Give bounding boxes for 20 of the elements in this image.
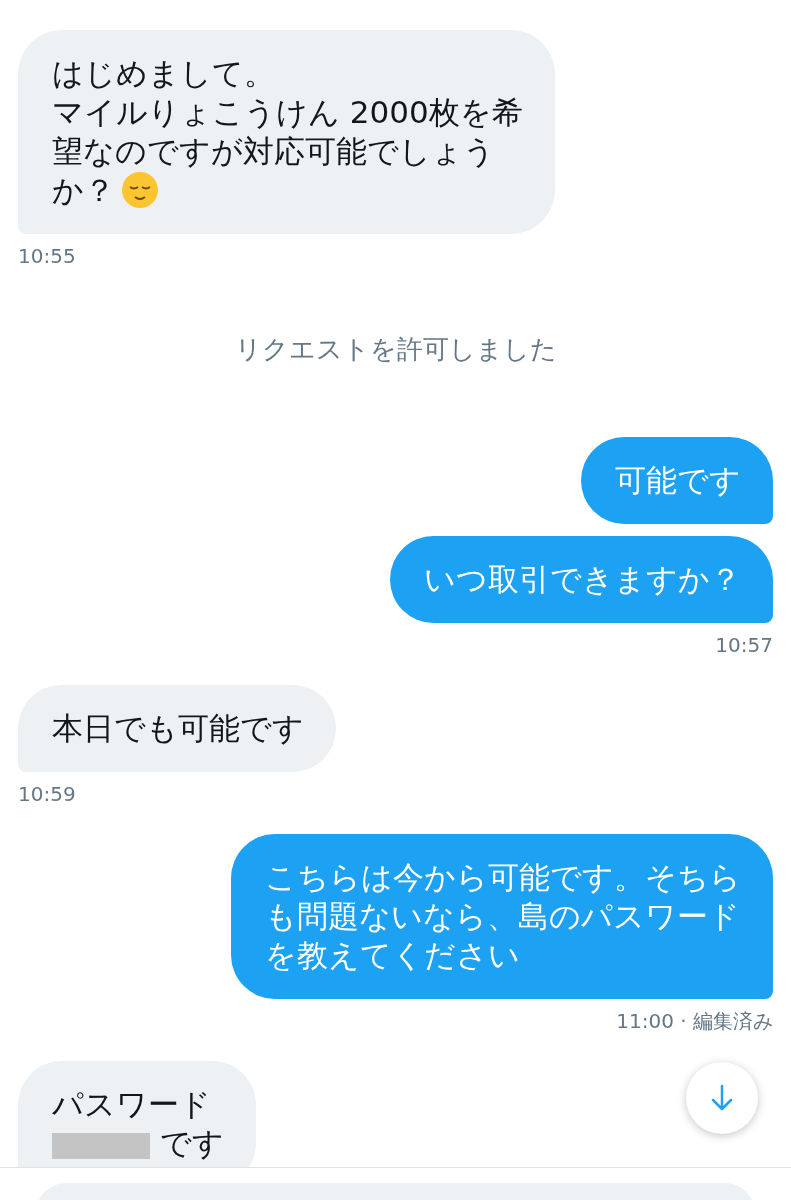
- message-text: パスワード: [52, 1086, 211, 1122]
- scroll-down-button[interactable]: [686, 1062, 758, 1134]
- smiley-icon: [121, 171, 159, 209]
- message-time: 10:57: [715, 633, 773, 657]
- message-time: 10:55: [18, 244, 76, 268]
- message-text: 本日でも可能です: [52, 710, 304, 746]
- message-text: はじめまして。: [52, 55, 275, 91]
- message-text: か？: [52, 172, 115, 208]
- message-text: 望なのですが対応可能でしょう: [52, 133, 495, 169]
- message-text: マイルりょこうけん 2000枚を希: [52, 94, 523, 130]
- message-text: 可能です: [615, 462, 741, 498]
- message-text: こちらは今から可能です。そちら: [265, 859, 741, 895]
- message-text: を教えてください: [265, 937, 520, 973]
- message-time: 11:00 · 編集済み: [616, 1009, 773, 1033]
- system-notice: リクエストを許可しました: [234, 333, 557, 366]
- message-text: も問題ないなら、島のパスワード: [265, 898, 740, 934]
- message-text: です: [158, 1125, 224, 1161]
- arrow-down-icon: [710, 1084, 734, 1112]
- message-time: 10:59: [18, 782, 76, 806]
- message-text: いつ取引できますか？: [424, 561, 741, 597]
